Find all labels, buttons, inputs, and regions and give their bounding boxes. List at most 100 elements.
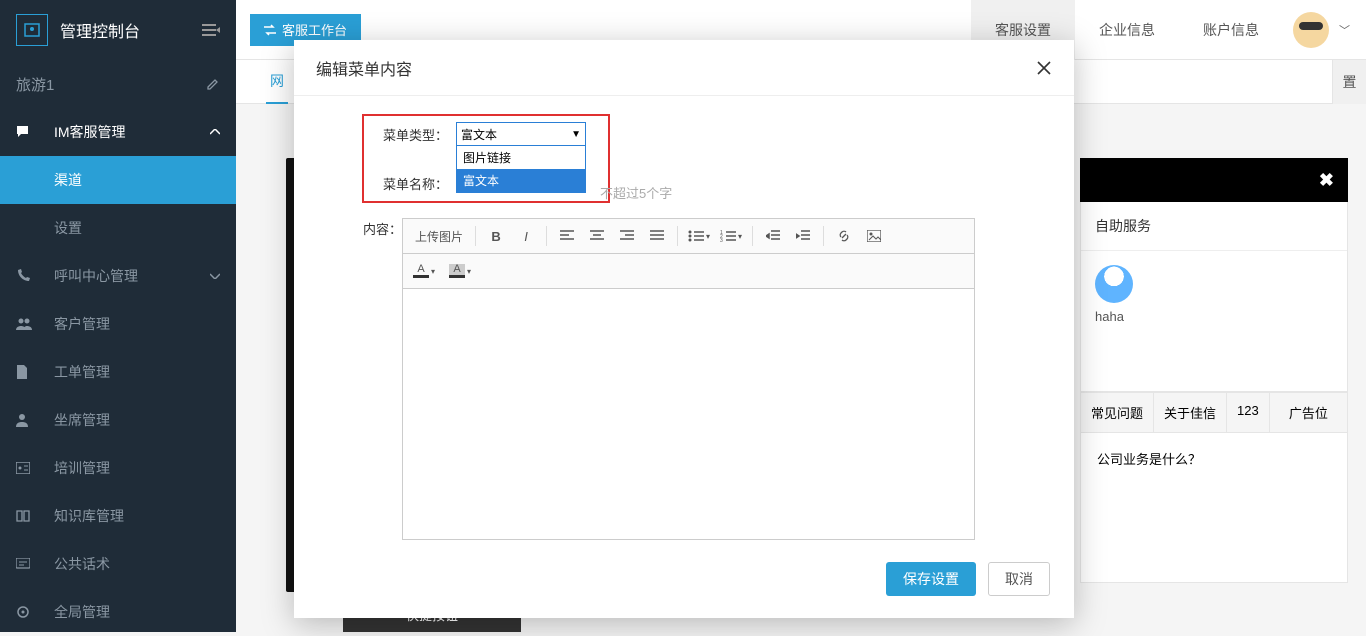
name-hint: 不超过5个字 <box>600 186 672 201</box>
close-icon[interactable] <box>1036 60 1052 76</box>
right-tab-ad[interactable]: 广告位 <box>1270 393 1347 432</box>
sidebar-title: 管理控制台 <box>60 18 202 42</box>
user-dropdown-caret[interactable]: ﹀ <box>1339 22 1350 38</box>
sidebar-item-callcenter[interactable]: 呼叫中心管理 <box>0 252 236 300</box>
sidebar-label: 客户管理 <box>54 314 220 334</box>
italic-button[interactable]: I <box>512 223 540 249</box>
type-label: 菜单类型： <box>376 125 448 144</box>
secondbar-tab[interactable]: 网 <box>266 60 288 104</box>
upload-image-button[interactable]: 上传图片 <box>409 223 469 249</box>
bg-color-button[interactable]: A ▾ <box>445 258 475 284</box>
sidebar-header: 管理控制台 <box>0 0 236 60</box>
outdent-button[interactable] <box>759 223 787 249</box>
right-question[interactable]: 公司业务是什么？ <box>1080 433 1348 583</box>
align-center-button[interactable] <box>583 223 611 249</box>
option-image-link[interactable]: 图片链接 <box>457 146 585 169</box>
person-icon <box>16 413 36 427</box>
file-icon <box>16 365 36 379</box>
sidebar-label: 培训管理 <box>54 458 220 478</box>
font-color-button[interactable]: A ▾ <box>409 258 439 284</box>
close-icon[interactable]: ✖ <box>1319 170 1334 191</box>
sidebar-label: 呼叫中心管理 <box>54 266 210 286</box>
haha-section: haha <box>1081 251 1347 391</box>
right-tab-faq[interactable]: 常见问题 <box>1081 393 1154 432</box>
avatar[interactable] <box>1293 12 1329 48</box>
haha-label: haha <box>1095 309 1333 324</box>
type-dropdown: 图片链接 富文本 <box>456 145 586 193</box>
align-justify-button[interactable] <box>643 223 671 249</box>
site-name: 旅游1 <box>16 74 54 95</box>
image-button[interactable] <box>860 223 888 249</box>
sidebar-item-tickets[interactable]: 工单管理 <box>0 348 236 396</box>
sidebar-label: IM客服管理 <box>54 122 210 142</box>
name-label: 菜单名称： <box>376 174 448 193</box>
unordered-list-button[interactable]: ▾ <box>684 223 714 249</box>
right-tab-123[interactable]: 123 <box>1227 393 1270 432</box>
sidebar-subitem-channel[interactable]: 渠道 <box>0 156 236 204</box>
right-tab-about[interactable]: 关于佳信 <box>1154 393 1227 432</box>
sidebar-subitem-label: 渠道 <box>54 170 82 190</box>
self-service-header: 自助服务 <box>1081 202 1347 251</box>
sidebar: 管理控制台 旅游1 IM客服管理 渠道 设置 呼叫中心管理 <box>0 0 236 632</box>
svg-text:3: 3 <box>720 238 723 242</box>
sidebar-subitem-settings[interactable]: 设置 <box>0 204 236 252</box>
right-panel-header: ✖ <box>1080 158 1348 202</box>
workspace-label: 客服工作台 <box>282 20 347 39</box>
topbar-tab-company-info[interactable]: 企业信息 <box>1075 0 1179 60</box>
sidebar-section[interactable]: 旅游1 <box>0 60 236 108</box>
align-left-button[interactable] <box>553 223 581 249</box>
edit-icon[interactable] <box>206 77 220 91</box>
ordered-list-button[interactable]: 123▾ <box>716 223 746 249</box>
chat-icon <box>16 125 36 139</box>
logo-icon <box>16 14 48 46</box>
editor-toolbar: 上传图片 B I ▾ 123▾ <box>403 219 974 254</box>
sidebar-subitem-label: 设置 <box>54 218 82 238</box>
editor-body[interactable] <box>403 289 974 539</box>
sidebar-label: 工单管理 <box>54 362 220 382</box>
editor-toolbar-2: A ▾ A ▾ <box>403 254 974 289</box>
type-select[interactable]: 富文本 ▼ <box>456 122 586 146</box>
sidebar-item-kb[interactable]: 知识库管理 <box>0 492 236 540</box>
chevron-down-icon <box>210 273 220 279</box>
topbar-tab-account-info[interactable]: 账户信息 <box>1179 0 1283 60</box>
sidebar-item-scripts[interactable]: 公共话术 <box>0 540 236 588</box>
haha-avatar-icon <box>1095 265 1133 303</box>
sidebar-label: 坐席管理 <box>54 410 220 430</box>
bold-button[interactable]: B <box>482 223 510 249</box>
sidebar-label: 全局管理 <box>54 602 220 622</box>
cancel-button[interactable]: 取消 <box>988 562 1050 596</box>
secondbar-right-edge: 置 <box>1332 60 1366 104</box>
users-icon <box>16 318 36 330</box>
sidebar-item-customers[interactable]: 客户管理 <box>0 300 236 348</box>
right-panel: ✖ 自助服务 haha 常见问题 关于佳信 123 广告位 公司业务是什么？ <box>1080 158 1348 583</box>
sidebar-item-global[interactable]: 全局管理 <box>0 588 236 636</box>
content-label: 内容： <box>322 219 402 238</box>
caret-down-icon: ▼ <box>571 129 581 140</box>
modal-title: 编辑菜单内容 <box>316 56 412 80</box>
badge-icon <box>16 462 36 474</box>
sidebar-label: 公共话术 <box>54 554 220 574</box>
sidebar-item-agents[interactable]: 坐席管理 <box>0 396 236 444</box>
gear-icon <box>16 605 36 619</box>
type-value: 富文本 <box>461 126 497 143</box>
sidebar-item-training[interactable]: 培训管理 <box>0 444 236 492</box>
book-icon <box>16 510 36 522</box>
chevron-up-icon <box>210 129 220 135</box>
richtext-editor: 上传图片 B I ▾ 123▾ A <box>402 218 975 540</box>
modal-header: 编辑菜单内容 <box>294 40 1074 96</box>
right-tabs: 常见问题 关于佳信 123 广告位 <box>1080 392 1348 433</box>
indent-button[interactable] <box>789 223 817 249</box>
swap-icon <box>264 24 276 36</box>
type-highlight-box: 菜单类型： 富文本 ▼ 图片链接 富文本 菜单名称： <box>362 114 610 203</box>
chat2-icon <box>16 558 36 570</box>
edit-menu-modal: 编辑菜单内容 菜单类型： 富文本 ▼ 图片链接 富文本 <box>294 40 1074 618</box>
align-right-button[interactable] <box>613 223 641 249</box>
phone-icon <box>16 269 36 283</box>
collapse-icon[interactable] <box>202 23 220 37</box>
save-button[interactable]: 保存设置 <box>886 562 976 596</box>
modal-footer: 保存设置 取消 <box>294 544 1074 618</box>
sidebar-label: 知识库管理 <box>54 506 220 526</box>
sidebar-item-im[interactable]: IM客服管理 <box>0 108 236 156</box>
option-richtext[interactable]: 富文本 <box>457 169 585 192</box>
link-button[interactable] <box>830 223 858 249</box>
